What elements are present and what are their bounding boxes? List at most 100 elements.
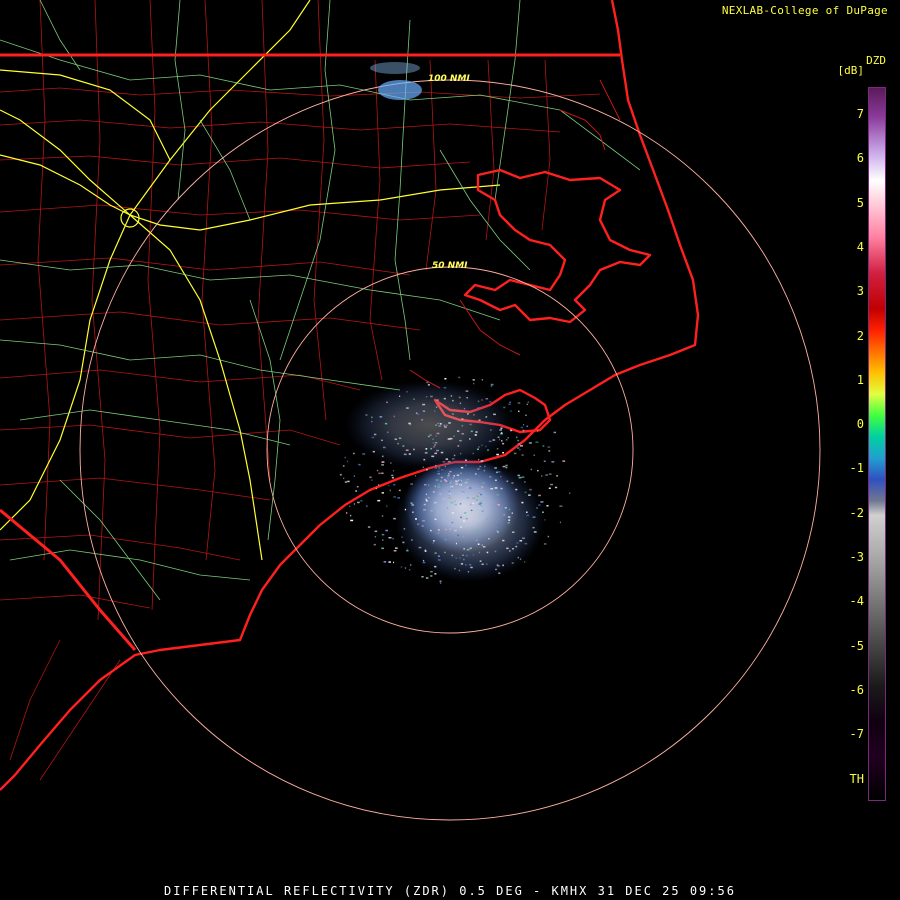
radar-speckle <box>350 519 354 522</box>
radar-speckle <box>391 477 394 479</box>
radar-speckle <box>518 476 522 479</box>
radar-speckle <box>487 449 489 451</box>
radar-speckle <box>506 547 509 550</box>
radar-speckle <box>470 508 473 510</box>
radar-speckle <box>529 488 532 491</box>
radar-speckle <box>353 475 355 477</box>
radar-speckle <box>475 499 479 501</box>
radar-speckle <box>457 534 459 536</box>
radar-speckle <box>427 496 430 499</box>
radar-speckle <box>393 517 396 520</box>
radar-speckle <box>388 561 391 563</box>
radar-speckle <box>458 569 461 572</box>
radar-speckle <box>393 415 395 418</box>
radar-speckle <box>452 477 454 479</box>
radar-speckle <box>478 446 480 448</box>
radar-speckle <box>446 424 448 426</box>
radar-speckle <box>551 461 555 463</box>
radar-speckle <box>497 531 499 533</box>
radar-speckle <box>505 439 508 441</box>
radar-speckle <box>537 469 539 472</box>
radar-speckle <box>542 445 545 447</box>
radar-speckle <box>393 561 395 564</box>
radar-speckle <box>434 552 437 554</box>
legend-tick: 7 <box>856 107 864 121</box>
radar-speckle <box>376 469 379 472</box>
radar-speckle <box>545 474 548 476</box>
radar-speckle <box>506 480 509 482</box>
radar-speckle <box>386 401 388 404</box>
radar-speckle <box>434 565 437 568</box>
radar-speckle <box>432 438 434 440</box>
radar-speckle <box>443 397 446 400</box>
radar-speckle <box>422 559 425 562</box>
radar-speckle <box>382 446 386 449</box>
radar-speckle <box>437 559 441 561</box>
radar-speckle <box>365 505 368 507</box>
radar-speckle <box>425 396 428 398</box>
legend-tick: -6 <box>849 682 864 697</box>
radar-speckle <box>360 500 363 502</box>
radar-speckle <box>400 566 403 568</box>
radar-speckle <box>448 490 450 493</box>
radar-speckle <box>339 474 342 476</box>
radar-speckle <box>398 489 401 492</box>
radar-speckle <box>487 483 490 486</box>
legend-tick: -7 <box>849 727 864 742</box>
radar-speckle <box>346 512 348 514</box>
radar-speckle <box>408 453 411 455</box>
radar-speckle <box>384 422 388 425</box>
radar-speckle <box>381 547 384 550</box>
radar-speckle <box>541 475 543 477</box>
radar-speckle <box>509 550 511 552</box>
radar-speckle <box>373 543 376 546</box>
radar-speckle <box>465 554 469 557</box>
radar-speckle <box>494 487 498 489</box>
radar-speckle <box>519 449 521 451</box>
radar-speckle <box>530 468 533 471</box>
radar-map[interactable]: 50 NMI 100 NMI <box>0 0 900 900</box>
radar-speckle <box>421 576 424 578</box>
radar-speckle <box>542 511 544 513</box>
radar-speckle <box>371 416 373 419</box>
radar-speckle <box>480 460 484 462</box>
radar-speckle <box>432 491 435 493</box>
radar-speckle <box>447 460 451 463</box>
radar-speckle <box>393 496 396 498</box>
radar-speckle <box>470 509 473 511</box>
radar-speckle <box>519 558 522 560</box>
radar-speckle <box>502 539 505 542</box>
legend-tick: -4 <box>849 594 864 609</box>
radar-speckle <box>430 529 432 532</box>
radar-speckle <box>448 497 452 499</box>
legend-tick: -5 <box>849 638 864 653</box>
radar-speckle <box>371 479 373 481</box>
radar-speckle <box>439 582 442 584</box>
radar-speckle <box>500 475 502 478</box>
radar-speckle <box>430 570 433 573</box>
radar-speckle <box>516 436 518 439</box>
radar-speckle <box>519 540 523 542</box>
radar-speckle <box>381 492 384 494</box>
radar-speckle <box>522 501 524 504</box>
credit-label: NEXLAB-College of DuPage <box>721 4 888 17</box>
radar-speckle <box>444 465 446 468</box>
radar-speckle <box>465 517 468 520</box>
radar-speckle <box>412 511 414 513</box>
radar-speckle <box>424 452 428 454</box>
radar-speckle <box>537 430 539 432</box>
radar-speckle <box>536 507 538 509</box>
radar-speckle <box>494 550 497 553</box>
radar-speckle <box>413 448 415 451</box>
radar-speckle <box>422 403 426 406</box>
radar-speckle <box>452 480 455 483</box>
radar-speckle <box>460 526 462 528</box>
radar-speckle <box>414 475 417 477</box>
radar-speckle <box>524 491 527 494</box>
radar-speckle <box>467 413 469 415</box>
radar-speckle <box>517 447 520 449</box>
radar-speckle <box>427 384 430 386</box>
radar-speckle <box>437 473 440 475</box>
radar-speckle <box>521 476 525 478</box>
radar-speckle <box>467 571 470 573</box>
